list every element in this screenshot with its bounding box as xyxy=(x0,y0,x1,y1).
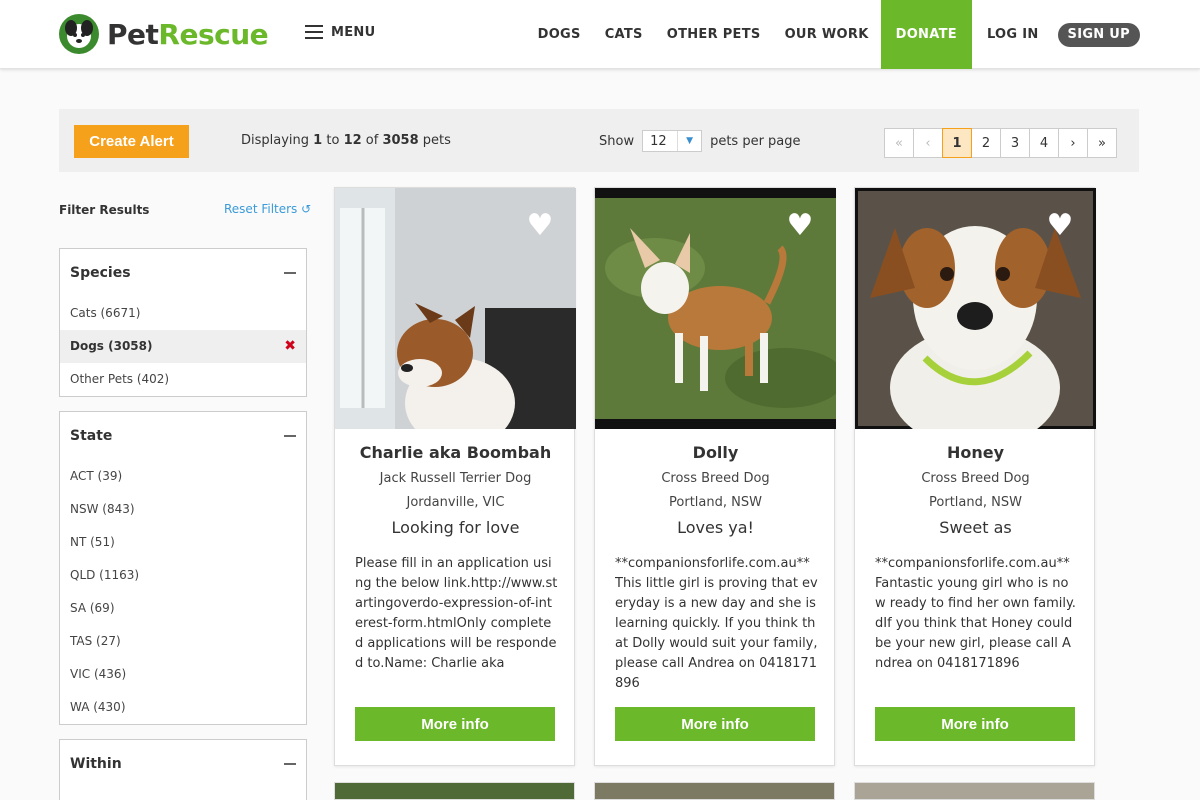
within-filter-header[interactable]: Within xyxy=(60,740,306,788)
pet-location: Jordanville, VIC xyxy=(406,495,505,510)
pet-breed: Cross Breed Dog xyxy=(921,471,1030,486)
collapse-icon xyxy=(284,272,296,274)
pet-card[interactable]: ♥ Dolly Cross Breed Dog Portland, NSW Lo… xyxy=(594,187,836,766)
collapse-icon xyxy=(284,763,296,765)
filter-species-other[interactable]: Other Pets (402) xyxy=(60,363,306,396)
nav-cats[interactable]: CATS xyxy=(593,0,655,69)
pet-description: Please fill in an application using the … xyxy=(355,556,558,671)
filter-state-wa[interactable]: WA (430) xyxy=(60,691,306,724)
pet-tagline: Loves ya! xyxy=(677,518,754,537)
remove-filter-icon[interactable]: ✖ xyxy=(284,330,296,363)
pet-location: Portland, NSW xyxy=(929,495,1022,510)
menu-label: MENU xyxy=(331,24,376,40)
prev-page-button[interactable]: ‹ xyxy=(913,128,943,158)
favourite-heart-icon[interactable]: ♥ xyxy=(784,211,816,241)
filter-state-act[interactable]: ACT (39) xyxy=(60,460,306,493)
pet-card-next-row[interactable] xyxy=(334,782,575,800)
pet-tagline: Sweet as xyxy=(939,518,1012,537)
main-nav: DOGS CATS OTHER PETS OUR WORK DONATE LOG… xyxy=(526,0,1200,69)
page-3-button[interactable]: 3 xyxy=(1000,128,1030,158)
reset-icon: ↺ xyxy=(301,202,312,216)
pet-photo[interactable]: ♥ xyxy=(335,188,576,429)
results-count: Displaying 1 to 12 of 3058 pets xyxy=(241,133,451,148)
nav-our-work[interactable]: OUR WORK xyxy=(773,0,881,69)
page-2-button[interactable]: 2 xyxy=(971,128,1001,158)
create-alert-button[interactable]: Create Alert xyxy=(74,125,189,158)
site-header: PetRescue MENU DOGS CATS OTHER PETS OUR … xyxy=(0,0,1200,69)
nav-login[interactable]: LOG IN xyxy=(972,0,1054,69)
nav-donate[interactable]: DONATE xyxy=(880,0,972,69)
per-page-control: Show 12 ▼ pets per page xyxy=(599,130,801,152)
more-info-button[interactable]: More info xyxy=(875,707,1075,741)
filter-results-title: Filter Results xyxy=(59,203,150,217)
favourite-heart-icon[interactable]: ♥ xyxy=(1044,211,1076,241)
reset-filters-link[interactable]: Reset Filters ↺ xyxy=(224,202,311,216)
pet-name[interactable]: Charlie aka Boombah xyxy=(335,443,576,462)
filter-state-tas[interactable]: TAS (27) xyxy=(60,625,306,658)
pet-description: **companionsforlife.com.au** This little… xyxy=(615,556,818,691)
pet-name[interactable]: Honey xyxy=(855,443,1096,462)
pet-name[interactable]: Dolly xyxy=(595,443,836,462)
collapse-icon xyxy=(284,435,296,437)
page-4-button[interactable]: 4 xyxy=(1029,128,1059,158)
pet-card[interactable]: ♥ Honey Cross Breed Dog Portland, NSW Sw… xyxy=(854,187,1096,766)
menu-button[interactable]: MENU xyxy=(305,24,375,40)
pet-breed: Cross Breed Dog xyxy=(661,471,770,486)
last-page-button[interactable]: » xyxy=(1087,128,1117,158)
pet-tagline: Looking for love xyxy=(391,518,520,537)
more-info-button[interactable]: More info xyxy=(615,707,815,741)
filter-species-cats[interactable]: Cats (6671) xyxy=(60,297,306,330)
filter-state-nsw[interactable]: NSW (843) xyxy=(60,493,306,526)
nav-other-pets[interactable]: OTHER PETS xyxy=(655,0,773,69)
results-toolbar: Create Alert Displaying 1 to 12 of 3058 … xyxy=(59,109,1139,172)
show-label: Show xyxy=(599,133,635,149)
species-filter: Species Cats (6671) Dogs (3058) ✖ Other … xyxy=(59,248,307,397)
pet-card-next-row[interactable] xyxy=(594,782,835,800)
logo-wordmark: PetRescue xyxy=(107,17,269,51)
dog-face-logo-icon xyxy=(59,14,99,54)
page-1-button[interactable]: 1 xyxy=(942,128,972,158)
pet-breed: Jack Russell Terrier Dog xyxy=(379,471,532,486)
per-page-select[interactable]: 12 ▼ xyxy=(642,130,703,152)
pagination: « ‹ 1 2 3 4 › » xyxy=(884,128,1117,158)
chevron-down-icon: ▼ xyxy=(677,131,701,151)
petrescue-logo[interactable]: PetRescue xyxy=(59,13,269,55)
pet-location: Portland, NSW xyxy=(669,495,762,510)
pet-card-next-row[interactable] xyxy=(854,782,1095,800)
species-filter-header[interactable]: Species xyxy=(60,249,306,297)
pet-card[interactable]: ♥ Charlie aka Boombah Jack Russell Terri… xyxy=(334,187,576,766)
filter-species-dogs[interactable]: Dogs (3058) ✖ xyxy=(60,330,306,363)
within-filter: Within xyxy=(59,739,307,800)
state-filter-header[interactable]: State xyxy=(60,412,306,460)
next-page-button[interactable]: › xyxy=(1058,128,1088,158)
pet-photo[interactable]: ♥ xyxy=(595,188,836,429)
pet-photo[interactable]: ♥ xyxy=(855,188,1096,429)
nav-dogs[interactable]: DOGS xyxy=(526,0,593,69)
filter-state-qld[interactable]: QLD (1163) xyxy=(60,559,306,592)
state-filter: State ACT (39) NSW (843) NT (51) QLD (11… xyxy=(59,411,307,725)
more-info-button[interactable]: More info xyxy=(355,707,555,741)
filter-state-sa[interactable]: SA (69) xyxy=(60,592,306,625)
favourite-heart-icon[interactable]: ♥ xyxy=(524,211,556,241)
hamburger-icon xyxy=(305,24,325,40)
signup-button[interactable]: SIGN UP xyxy=(1057,22,1140,47)
per-page-suffix: pets per page xyxy=(710,133,801,149)
pet-description: **companionsforlife.com.au** Fantastic y… xyxy=(875,556,1076,671)
filter-state-nt[interactable]: NT (51) xyxy=(60,526,306,559)
filter-state-vic[interactable]: VIC (436) xyxy=(60,658,306,691)
first-page-button[interactable]: « xyxy=(884,128,914,158)
